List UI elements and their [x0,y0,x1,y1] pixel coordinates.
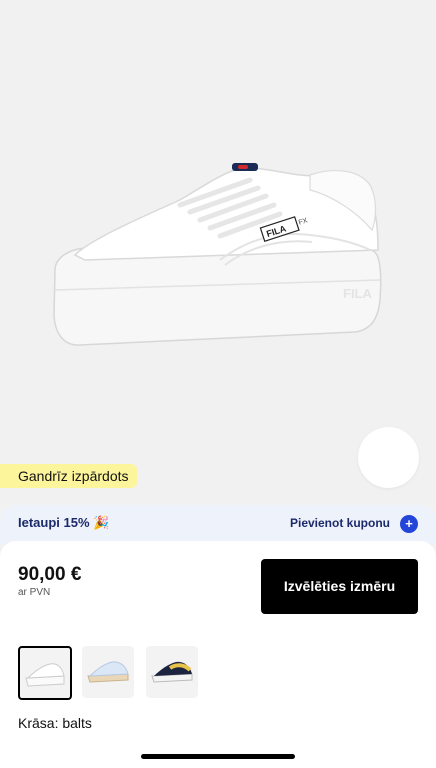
price: 90,00 € [18,564,82,585]
thumbnail-white[interactable] [18,646,72,700]
light-blue-sneaker-thumb [87,661,129,683]
save-percent-text: Ietaupi 15% 🎉 [18,515,110,530]
navy-yellow-sneaker-thumb [151,661,193,683]
choose-size-button[interactable]: Izvēlēties izmēru [261,559,418,614]
plus-icon[interactable]: + [400,515,418,533]
product-image: FILA FX FILA [53,163,382,346]
coupon-bar[interactable]: Ietaupi 15% 🎉 Pievienot kuponu + [0,505,436,545]
almost-sold-out-badge: Gandrīz izpārdots [0,464,137,488]
home-indicator[interactable] [141,754,295,759]
thumbnail-navy-yellow[interactable] [146,646,198,698]
color-label: Krāsa: balts [18,715,92,731]
svg-text:FILA: FILA [343,286,372,301]
white-sneaker-thumb [25,663,65,687]
product-image-area[interactable]: FILA FX FILA [0,0,436,603]
vat-note: ar PVN [18,587,51,598]
thumbnail-light-blue[interactable] [82,646,134,698]
add-coupon-link[interactable]: Pievienot kuponu [290,516,390,530]
favorite-button[interactable] [358,427,426,603]
